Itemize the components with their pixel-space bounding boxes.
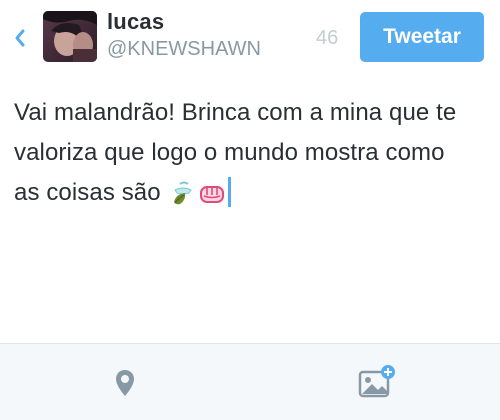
add-photo-button[interactable]: [358, 364, 396, 398]
location-pin-icon: [116, 370, 134, 396]
text-cursor: [227, 177, 231, 207]
back-button[interactable]: [8, 26, 32, 50]
tweet-button[interactable]: Tweetar: [360, 12, 484, 62]
avatar[interactable]: [43, 11, 97, 62]
add-photo-icon: [358, 365, 395, 398]
chevron-left-icon: [15, 29, 25, 47]
compose-header: lucas @KNEWSHAWN 46 Tweetar: [0, 0, 500, 82]
compose-line-text: as coisas são: [14, 179, 161, 206]
tea-leaf-icon: [170, 179, 196, 219]
compose-toolbar: [0, 343, 500, 420]
character-counter: 46: [316, 27, 339, 49]
fist-icon: [198, 179, 226, 219]
compose-line: Vai malandrão! Brinca com a mina que te: [14, 99, 457, 126]
compose-line-last: as coisas são: [14, 173, 484, 219]
location-button[interactable]: [113, 368, 137, 398]
tweet-compose-text[interactable]: Vai malandrão! Brinca com a mina que te …: [14, 93, 484, 219]
user-handle: @KNEWSHAWN: [107, 38, 262, 60]
username: lucas: [107, 9, 165, 34]
compose-line: valoriza que logo o mundo mostra como: [14, 139, 445, 166]
